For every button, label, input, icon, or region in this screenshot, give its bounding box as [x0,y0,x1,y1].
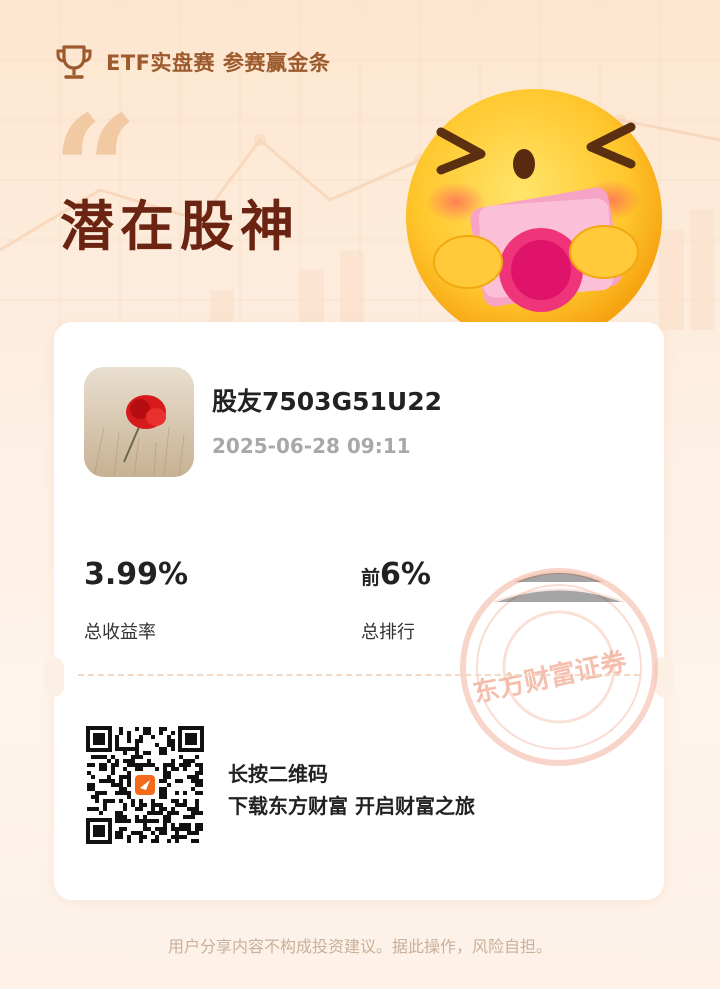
money-face-emoji-icon [406,89,662,345]
download-qr-code[interactable] [84,724,206,846]
trophy-icon [56,45,92,79]
stamp-text: 东方财富证券 [470,646,630,709]
total-return-label: 总收益率 [84,622,156,643]
total-rank-label: 总排行 [361,622,415,643]
company-stamp: 东方财富证券 [460,568,658,766]
card-notch-left [44,657,64,697]
page-title: 潜在股神 [60,195,300,258]
rank-value: 6% [380,557,431,592]
share-card: 股友7503G51U22 2025-06-28 09:11 3.99% 总收益率… [44,322,674,900]
disclaimer: 用户分享内容不构成投资建议。据此操作，风险自担。 [167,937,552,956]
avatar[interactable] [84,367,194,477]
rank-prefix: 前 [361,567,381,589]
promo-header: ETF实盘赛 参赛赢金条 [54,42,330,82]
qr-line-2: 下载东方财富 开启财富之旅 [228,794,475,818]
total-rank-value: 前6% [361,557,431,592]
username: 股友7503G51U22 [212,387,442,416]
share-datetime: 2025-06-28 09:11 [212,434,411,458]
qr-instructions: 长按二维码 下载东方财富 开启财富之旅 [228,758,475,822]
promo-header-text: ETF实盘赛 参赛赢金条 [106,51,331,75]
card-divider [78,674,640,676]
total-return-value: 3.99% [84,557,189,592]
qr-line-1: 长按二维码 [228,762,328,786]
